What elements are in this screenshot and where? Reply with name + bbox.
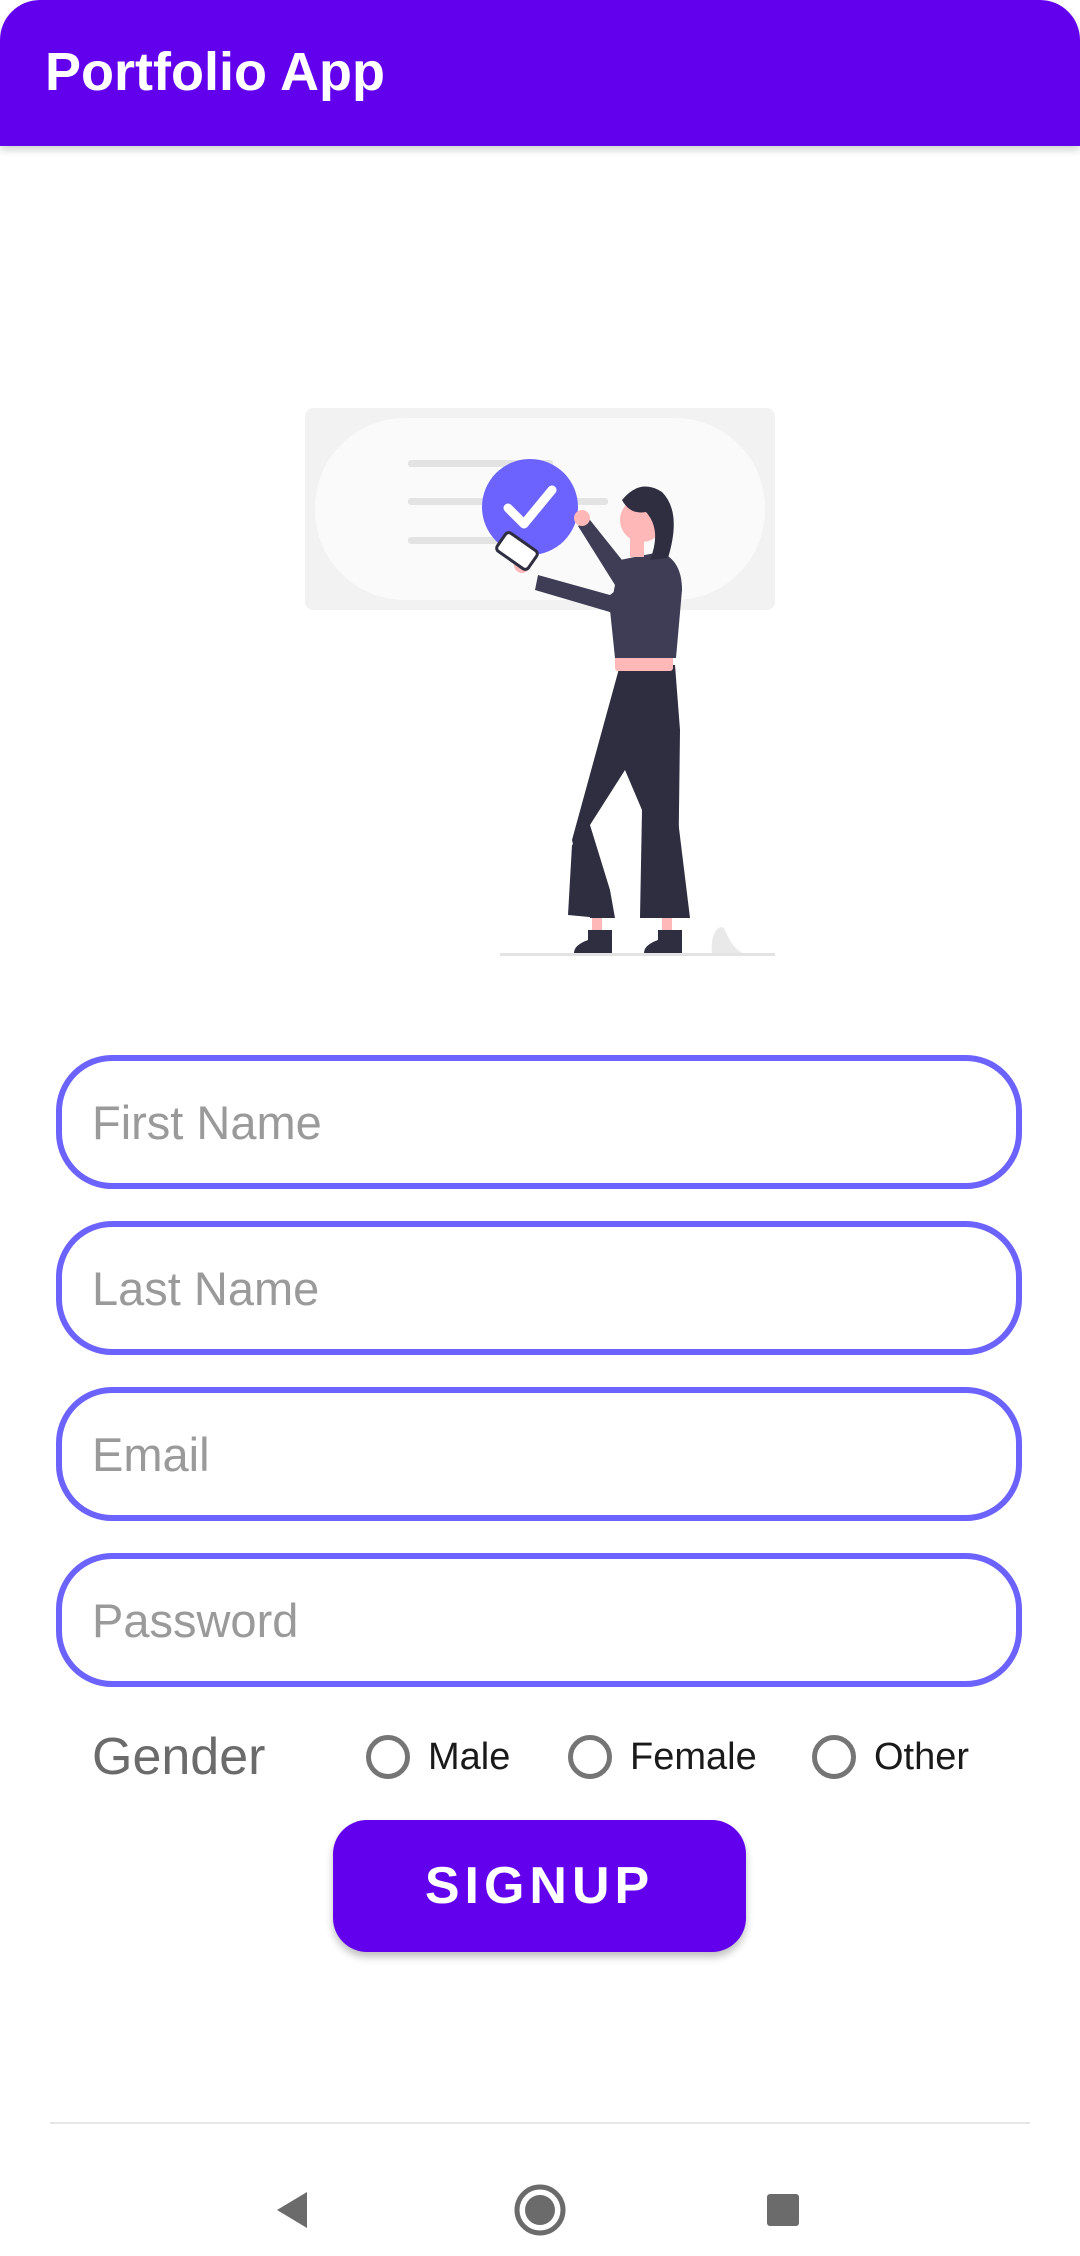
gender-radio-female[interactable]: Female [564,1726,757,1788]
radio-circle-icon[interactable] [812,1735,856,1779]
back-icon [277,2192,307,2228]
signup-screen: Portfolio App First Name Last Name Email… [0,0,1080,2256]
gender-option-label: Other [874,1736,970,1778]
gender-option-label: Male [428,1736,511,1778]
radio-circle-icon[interactable] [366,1735,410,1779]
last-name-input[interactable] [92,1227,992,1349]
email-input[interactable] [92,1393,992,1515]
last-name-field[interactable] [56,1221,1022,1355]
gender-radio-other[interactable]: Other [808,1726,969,1788]
gender-radio-male[interactable]: Male [362,1726,510,1788]
radio-circle-icon[interactable] [568,1735,612,1779]
email-field[interactable] [56,1387,1022,1521]
signup-button-label: SIGNUP [424,1857,655,1915]
app-bar: Portfolio App [0,0,1080,146]
nav-home-button[interactable] [490,2160,590,2256]
recents-icon [767,2194,799,2226]
password-input[interactable] [92,1559,992,1681]
signup-button[interactable]: SIGNUP [333,1820,746,1952]
nav-recents-button[interactable] [733,2160,833,2256]
gender-option-label: Female [630,1736,757,1778]
home-icon [514,2184,566,2236]
first-name-field[interactable] [56,1055,1022,1189]
app-title: Portfolio App [45,42,385,102]
nav-divider [50,2122,1030,2124]
nav-back-button[interactable] [243,2160,343,2256]
first-name-input[interactable] [92,1061,992,1183]
gender-label: Gender [92,1728,266,1786]
woman-checking-list-illustration [305,408,775,956]
password-field[interactable] [56,1553,1022,1687]
